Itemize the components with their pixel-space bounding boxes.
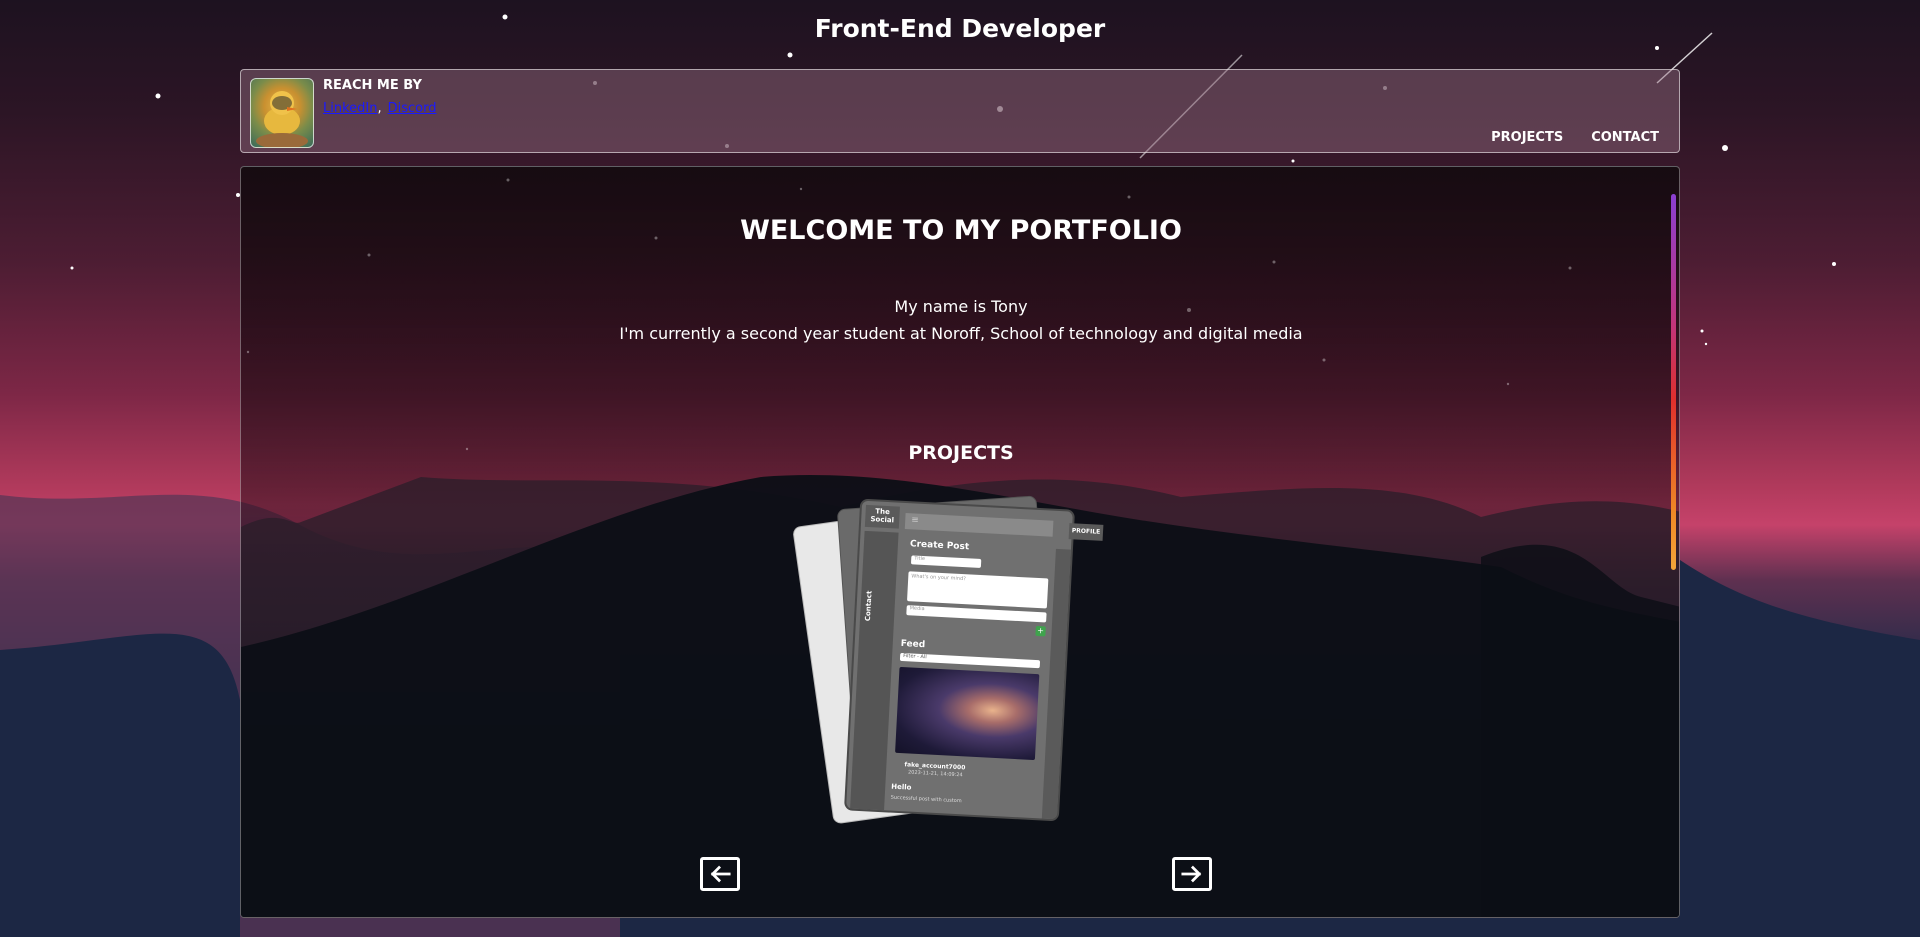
card-post-body: Successful post with custom [890,794,962,805]
hamburger-icon: ≡ [910,515,920,526]
carousel-prev-button[interactable] [700,857,740,891]
card-contact-tab: Contact [863,590,874,622]
carousel-next-button[interactable] [1172,857,1212,891]
card-title-input: Title [910,555,982,568]
intro-name: My name is Tony [894,297,1028,316]
card-body-input: What's on your mind? [907,571,1049,609]
reach-me-title: REACH ME BY [323,78,422,93]
arrow-right-icon [1181,865,1202,883]
header-bar: REACH ME BY LinkedIn, Discord PROJECTS CO… [240,69,1680,153]
card-sidebar [850,530,899,811]
welcome-heading: WELCOME TO MY PORTFOLIO [740,215,1182,246]
contact-links: LinkedIn, Discord [323,101,437,116]
card-topbar [904,512,1054,537]
card-post-title: Hello [891,782,912,792]
card-post-image [895,666,1040,761]
link-separator: , [377,101,382,116]
card-filter-select: Filter - All [899,652,1041,669]
arrow-left-icon [710,865,731,883]
main-nav: PROJECTS CONTACT [1491,130,1659,145]
discord-link[interactable]: Discord [388,101,437,116]
card-add-button: + [1035,625,1046,637]
project-card-front[interactable]: The Social ≡ Contact Create Post Title W… [843,498,1076,822]
nav-projects[interactable]: PROJECTS [1491,130,1563,145]
main-panel: WELCOME TO MY PORTFOLIO My name is Tony … [240,166,1680,918]
intro-description: I'm currently a second year student at N… [619,324,1303,343]
site-title: Front-End Developer [814,14,1106,43]
nav-contact[interactable]: CONTACT [1591,130,1659,145]
avatar [250,78,314,148]
card-profile-button: PROFILE [1068,523,1104,541]
card-brand: The Social [864,504,900,529]
duck-avatar-icon [256,91,308,147]
card-feed-title: Feed [900,638,926,651]
scrollbar-thumb[interactable] [1671,194,1676,570]
card-media-input: Media [906,605,1047,623]
card-create-post-title: Create Post [909,539,970,553]
projects-heading: PROJECTS [908,442,1014,464]
linkedin-link[interactable]: LinkedIn [323,101,377,116]
project-card-stack[interactable]: The Social ≡ Contact Create Post Title W… [792,494,1127,825]
